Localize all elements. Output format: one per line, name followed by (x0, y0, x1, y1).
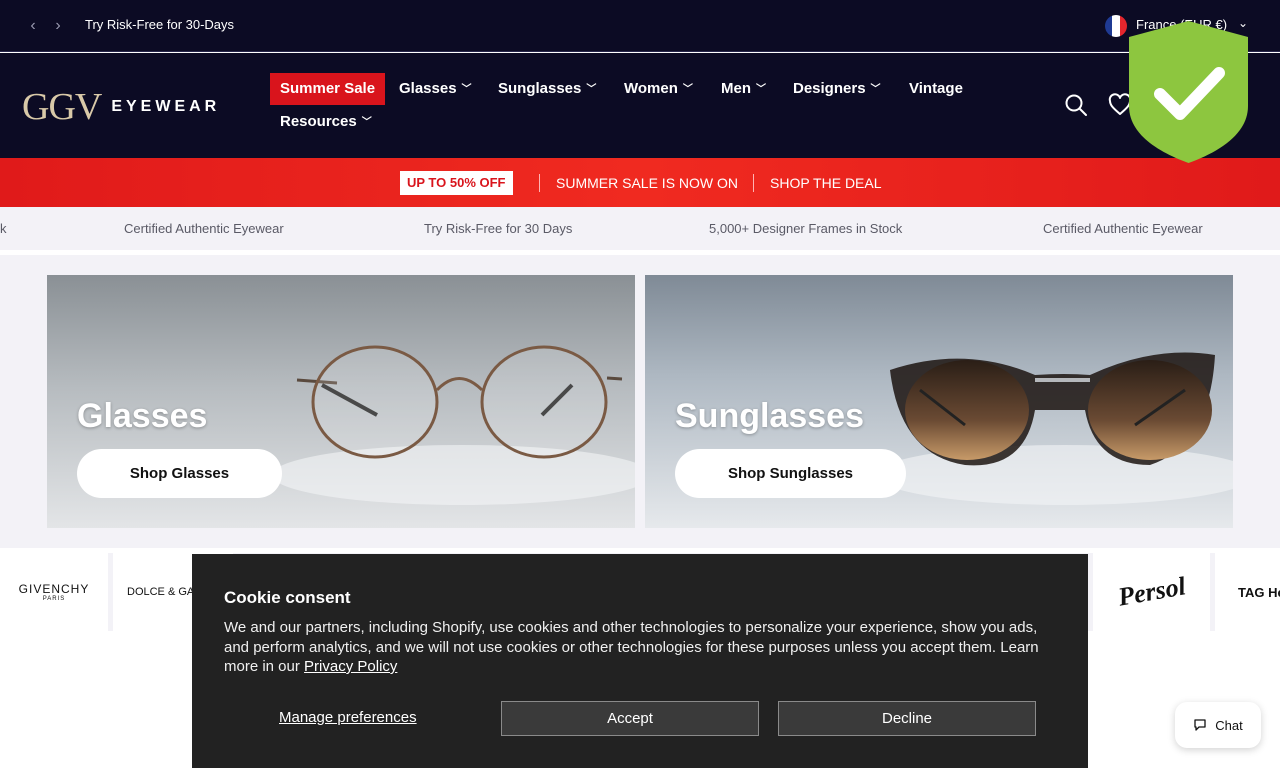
nav-label: Resources (280, 113, 357, 130)
nav-men[interactable]: Men ﹀ (721, 73, 766, 105)
chevron-right-icon[interactable]: › (49, 16, 67, 36)
ticker-item: 5,000+ Designer Frames in Stock (709, 221, 903, 236)
card-title: Sunglasses (675, 397, 864, 435)
ticker-item: Certified Authentic Eyewear (1043, 221, 1203, 236)
chevron-down-icon: ﹀ (361, 117, 372, 128)
verified-shield-icon[interactable] (1127, 20, 1250, 164)
logo-mark: GGV (22, 86, 102, 128)
chevron-down-icon: ﹀ (870, 84, 881, 95)
promo-message: SUMMER SALE IS NOW ON (556, 175, 739, 191)
brand-name: GIVENCHY (18, 582, 90, 596)
chevron-down-icon: ﹀ (461, 84, 472, 95)
nav-label: Sunglasses (498, 80, 582, 97)
glasses-card[interactable]: Glasses Shop Glasses (47, 275, 635, 528)
nav-women[interactable]: Women ﹀ (624, 73, 693, 105)
chat-bubble-icon (1194, 719, 1206, 731)
nav-vintage[interactable]: Vintage (909, 73, 963, 105)
decline-button[interactable]: Decline (778, 701, 1036, 736)
chevron-down-icon: ﹀ (586, 84, 597, 95)
logo[interactable]: GGV EYEWEAR (22, 85, 220, 129)
cookie-title: Cookie consent (224, 588, 351, 607)
nav-glasses[interactable]: Glasses ﹀ (399, 73, 472, 105)
promo-badge: UP TO 50% OFF (400, 171, 513, 195)
chevron-down-icon: ﹀ (682, 84, 693, 95)
nav-sunglasses[interactable]: Sunglasses ﹀ (498, 73, 596, 105)
brand-name: Persol (1115, 571, 1188, 612)
announcement-bar: ‹ › Try Risk-Free for 30-Days France (EU… (0, 0, 1280, 52)
ticker-item: Try Risk-Free for 30 Days (424, 221, 573, 236)
brand-logo-tag-heuer[interactable]: TAG Heuer (1215, 553, 1280, 631)
ticker-item: Certified Authentic Eyewear (124, 221, 284, 236)
brand-name: TAG Heuer (1238, 584, 1280, 600)
manage-preferences-link[interactable]: Manage preferences (279, 709, 417, 726)
cookie-body: We and our partners, including Shopify, … (224, 618, 1054, 677)
sunglasses-card[interactable]: Sunglasses Shop Sunglasses (645, 275, 1233, 528)
brand-logo-givenchy[interactable]: GIVENCHY PARIS (0, 553, 108, 631)
nav-label: Women (624, 80, 678, 97)
ticker-item: k (0, 221, 7, 236)
category-hero: Glasses Shop Glasses Sunglasses Shop Sun… (0, 255, 1280, 548)
privacy-policy-link[interactable]: Privacy Policy (304, 658, 397, 675)
brand-sub: PARIS (42, 596, 66, 602)
chat-button[interactable]: Chat (1175, 702, 1261, 748)
site-header: GGV EYEWEAR Summer Sale Glasses ﹀ Sunglas… (0, 53, 1280, 158)
chevron-down-icon: ﹀ (756, 84, 766, 95)
shop-sunglasses-button[interactable]: Shop Sunglasses (675, 449, 906, 498)
chat-label: Chat (1215, 717, 1243, 733)
nav-designers[interactable]: Designers ﹀ (793, 73, 881, 105)
divider (753, 174, 754, 192)
nav-label: Glasses (399, 80, 457, 97)
nav-label: Summer Sale (280, 80, 376, 97)
promo-cta-link[interactable]: SHOP THE DEAL (770, 175, 882, 191)
shop-glasses-button[interactable]: Shop Glasses (77, 449, 282, 498)
usp-ticker: k Certified Authentic Eyewear Try Risk-F… (0, 207, 1280, 250)
promo-banner[interactable]: UP TO 50% OFF SUMMER SALE IS NOW ON SHOP… (0, 158, 1280, 207)
accept-button[interactable]: Accept (501, 701, 759, 736)
search-icon[interactable] (1064, 93, 1088, 117)
nav-summer-sale[interactable]: Summer Sale (270, 73, 386, 105)
nav-label: Vintage (909, 80, 963, 97)
nav-label: Designers (793, 80, 866, 97)
chevron-left-icon[interactable]: ‹ (24, 16, 42, 36)
divider (539, 174, 540, 192)
france-flag-icon[interactable] (1105, 15, 1127, 37)
logo-wordmark: EYEWEAR (111, 98, 221, 115)
card-title: Glasses (77, 397, 208, 435)
nav-label: Men (721, 80, 751, 97)
brand-logo-persol[interactable]: Persol (1093, 553, 1210, 631)
cookie-consent-dialog: Cookie consent We and our partners, incl… (192, 554, 1088, 768)
nav-resources[interactable]: Resources ﹀ (280, 106, 372, 138)
announcement-message[interactable]: Try Risk-Free for 30-Days (85, 17, 234, 32)
